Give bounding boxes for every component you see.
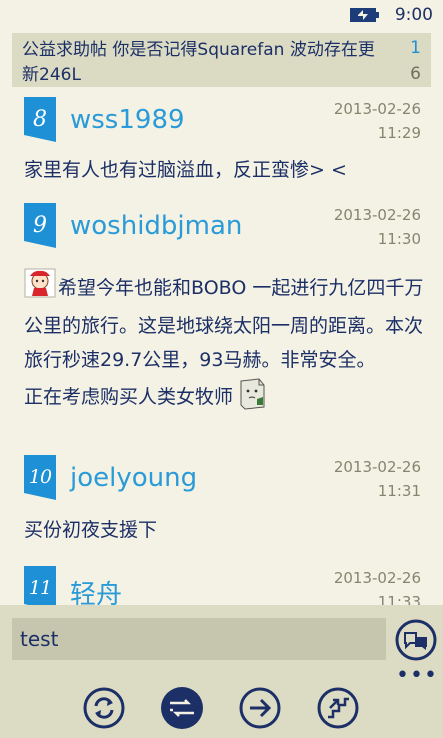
post-timestamp: 2013-02-26 11:30	[334, 203, 421, 251]
post-content-line: 正在考虑购买人类女牧师	[24, 377, 424, 422]
reply-bar: •••	[0, 605, 443, 738]
refresh-icon	[83, 687, 125, 729]
post-content: 希望今年也能和BOBO 一起进行九亿四千万公里的旅行。这是地球绕太阳一周的距离。…	[24, 268, 424, 422]
post-date: 2013-02-26	[333, 100, 421, 118]
refresh-button[interactable]	[82, 686, 126, 730]
post-timestamp: 2013-02-26 11:33	[334, 566, 421, 605]
block-emoticon-icon	[237, 377, 267, 422]
post-timestamp: 2013-02-26 11:31	[334, 455, 421, 503]
reply-input[interactable]	[12, 618, 386, 660]
current-page: 1	[410, 38, 421, 58]
floor-badge: 10	[24, 455, 56, 500]
post-author[interactable]: joelyoung	[70, 463, 197, 493]
post-author[interactable]: wss1989	[70, 105, 185, 135]
post-content: 买份初夜支援下	[24, 519, 158, 541]
post-time: 11:29	[377, 124, 421, 142]
send-button[interactable]	[394, 618, 438, 662]
switch-button[interactable]	[160, 686, 204, 730]
post-time: 11:31	[377, 482, 421, 500]
post-author[interactable]: 轻舟	[70, 574, 122, 605]
post-content-text: 正在考虑购买人类女牧师	[24, 386, 234, 408]
battery-charging-icon	[349, 6, 381, 28]
post-content: 家里有人也有过脑溢血，反正蛮惨> <	[24, 159, 347, 181]
post-item[interactable]: 8 wss1989 2013-02-26 11:29 家里有人也有过脑溢血，反正…	[0, 97, 443, 192]
jump-button[interactable]	[316, 686, 360, 730]
clock: 9:00	[394, 5, 433, 25]
floor-number: 10	[28, 466, 52, 488]
girl-emoticon-icon	[24, 268, 56, 309]
post-time: 11:30	[377, 230, 421, 248]
post-time: 11:33	[377, 593, 421, 605]
more-button[interactable]: •••	[396, 665, 437, 687]
post-date: 2013-02-26	[333, 569, 421, 587]
floor-number: 11	[28, 577, 52, 599]
floor-badge: 8	[24, 97, 56, 142]
post-item[interactable]: 10 joelyoung 2013-02-26 11:31 买份初夜支援下	[0, 455, 443, 555]
post-timestamp: 2013-02-26 11:29	[334, 97, 421, 145]
status-bar: 9:00	[0, 0, 443, 32]
post-author[interactable]: woshidbjman	[70, 211, 242, 241]
thread-title: 公益求助帖 你是否记得Squarefan 波动存在更新246L	[22, 40, 375, 85]
total-pages: 6	[410, 64, 421, 84]
post-date: 2013-02-26	[333, 206, 421, 224]
post-date: 2013-02-26	[333, 458, 421, 476]
floor-badge: 9	[24, 203, 56, 248]
floor-number: 8	[33, 107, 47, 132]
post-item[interactable]: 11 轻舟 2013-02-26 11:33	[0, 566, 443, 605]
send-icon	[395, 619, 437, 661]
floor-number: 9	[33, 213, 47, 238]
switch-icon	[161, 687, 203, 729]
floor-badge: 11	[24, 566, 56, 605]
next-button[interactable]	[238, 686, 282, 730]
post-item[interactable]: 9 woshidbjman 2013-02-26 11:30 希望今年也能和BO…	[0, 203, 443, 443]
thread-header[interactable]: 公益求助帖 你是否记得Squarefan 波动存在更新246L 1 6	[12, 33, 431, 87]
next-arrow-icon	[239, 687, 281, 729]
post-content-text: 希望今年也能和BOBO 一起进行九亿四千万公里的旅行。这是地球绕太阳一周的距离。…	[24, 277, 424, 371]
stairs-jump-icon	[317, 687, 359, 729]
